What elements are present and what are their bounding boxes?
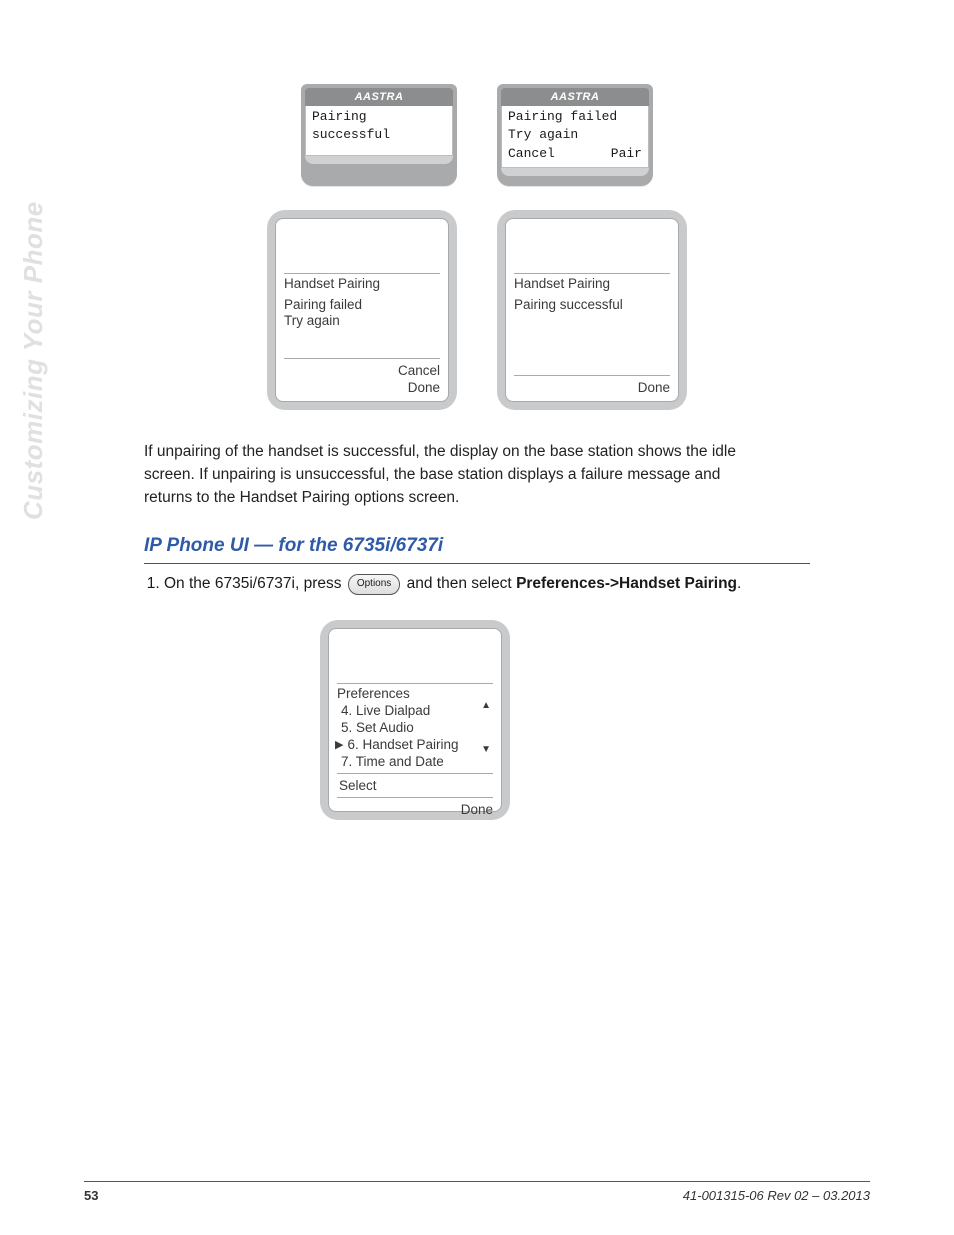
selection-caret-icon: ▶ xyxy=(335,739,343,753)
handset-screen-success: AASTRA Pairing successful xyxy=(301,84,457,186)
base-screen-failed: Handset Pairing Pairing failed Try again… xyxy=(267,210,457,410)
pairing-line1: Pairing xyxy=(312,108,446,126)
large-screens-row: Handset Pairing Pairing failed Try again… xyxy=(60,210,894,410)
preferences-screen: Preferences ▲ ▼ 4. Live Dialpad 5. Set A… xyxy=(320,620,510,820)
pairing-line2: successful xyxy=(312,126,446,144)
pairing-failed-line1: Pairing failed xyxy=(508,108,642,126)
handset-screen-body: Pairing successful xyxy=(305,106,453,156)
sidebar-rotated-title: Customizing Your Phone xyxy=(18,201,49,520)
done-button[interactable]: Done xyxy=(398,380,440,397)
brand-label: AASTRA xyxy=(501,88,649,106)
menu-item-time-and-date[interactable]: 7. Time and Date xyxy=(337,754,493,771)
base-screen-content: Handset Pairing Pairing failed Try again xyxy=(284,276,440,356)
cancel-softkey[interactable]: Cancel xyxy=(508,145,555,163)
handset-base xyxy=(501,168,649,176)
page-number: 53 xyxy=(84,1188,98,1203)
small-screens-row: AASTRA Pairing successful AASTRA Pairing… xyxy=(60,84,894,186)
step-1: On the 6735i/6737i, press Options and th… xyxy=(164,572,754,596)
arrow-up-icon[interactable]: ▲ xyxy=(481,700,491,713)
arrow-down-icon[interactable]: ▼ xyxy=(481,744,491,757)
handset-screen-body: Pairing failed Try again Cancel Pair xyxy=(501,106,649,168)
step-1-part-b: and then select xyxy=(407,575,516,592)
preferences-content: Preferences ▲ ▼ 4. Live Dialpad 5. Set A… xyxy=(337,686,493,770)
doc-revision: 41-001315-06 Rev 02 – 03.2013 xyxy=(683,1188,870,1203)
brand-label: AASTRA xyxy=(305,88,453,106)
section-rule xyxy=(144,563,810,564)
preferences-title: Preferences xyxy=(337,686,493,703)
page-footer: 53 41-001315-06 Rev 02 – 03.2013 xyxy=(0,1181,954,1203)
select-softkey[interactable]: Select xyxy=(337,776,493,795)
base-screen-success: Handset Pairing Pairing successful Done xyxy=(497,210,687,410)
section-heading: IP Phone UI — for the 6735i/6737i xyxy=(144,535,810,557)
status-line2: Try again xyxy=(284,313,440,330)
step-1-part-a: On the 6735i/6737i, press xyxy=(164,575,346,592)
panel-title: Handset Pairing xyxy=(284,276,440,293)
pairing-failed-line2: Try again xyxy=(508,126,642,144)
body-paragraph-unpairing: If unpairing of the handset is successfu… xyxy=(144,440,754,510)
status-line1: Pairing failed xyxy=(284,297,440,314)
step-1-path: Preferences->Handset Pairing xyxy=(516,575,737,592)
steps-list: On the 6735i/6737i, press Options and th… xyxy=(144,572,754,596)
menu-item-live-dialpad[interactable]: 4. Live Dialpad xyxy=(337,703,493,720)
status-line1: Pairing successful xyxy=(514,297,670,314)
handset-screen-failed: AASTRA Pairing failed Try again Cancel P… xyxy=(497,84,653,186)
menu-item-set-audio[interactable]: 5. Set Audio xyxy=(337,720,493,737)
cancel-button[interactable]: Cancel xyxy=(398,363,440,380)
panel-title: Handset Pairing xyxy=(514,276,670,293)
base-screen-content: Handset Pairing Pairing successful xyxy=(514,276,670,373)
handset-base xyxy=(305,156,453,164)
options-key-icon[interactable]: Options xyxy=(348,574,400,595)
done-softkey[interactable]: Done xyxy=(461,802,493,819)
done-button[interactable]: Done xyxy=(638,380,670,397)
menu-item-handset-pairing[interactable]: ▶6. Handset Pairing xyxy=(331,737,493,754)
pair-softkey[interactable]: Pair xyxy=(611,145,642,163)
